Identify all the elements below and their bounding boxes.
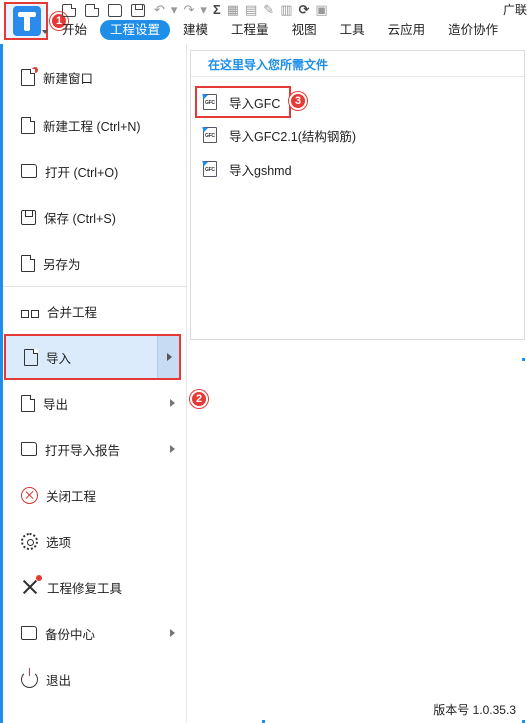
gfc-file-icon: GFC [203, 127, 217, 143]
submenu-item-import-gshmd[interactable]: GFC 导入gshmd [195, 154, 475, 184]
merge-icon [21, 304, 39, 318]
chevron-right-icon [170, 399, 175, 407]
top-bar: 1 ↶ ▾ ↷ ▾ Σ ▦ ▤ ✎ ▥ ⟳ ▣ 广联 开始 工程设置 建模 工程… [0, 0, 527, 44]
gfc-file-icon: GFC [203, 94, 217, 110]
export-icon [21, 394, 35, 412]
menu-item-save[interactable]: 保存 (Ctrl+S) [3, 194, 187, 240]
save-as-icon [21, 254, 35, 272]
step-badge-3: 3 [289, 92, 307, 110]
step-badge-2: 2 [190, 390, 208, 408]
import-submenu: 在这里导入您所需文件 GFC 导入GFC GFC 导入GFC2.1(结构钢筋) … [190, 50, 525, 340]
layout-icon[interactable]: ▣ [315, 3, 327, 17]
gfc-file-icon: GFC [203, 161, 217, 177]
menu-item-exit[interactable]: 退出 [3, 656, 187, 702]
submenu-divider [191, 76, 524, 77]
tab-cloud-apps[interactable]: 云应用 [388, 20, 426, 40]
columns-icon[interactable]: ▥ [280, 3, 292, 17]
tab-quantities[interactable]: 工程量 [231, 20, 269, 40]
menu-item-backup-center[interactable]: 备份中心 [3, 610, 187, 656]
menu-divider [3, 286, 187, 287]
submenu-header: 在这里导入您所需文件 [208, 58, 329, 72]
gear-icon [21, 532, 38, 550]
undo-icon[interactable]: ↶ [154, 3, 165, 17]
tab-modeling[interactable]: 建模 [183, 20, 208, 40]
new-window-icon [21, 66, 38, 86]
menu-item-new-window[interactable]: 新建窗口 [3, 54, 187, 100]
table-icon[interactable]: ▤ [245, 3, 257, 17]
import-report-icon [21, 442, 37, 456]
tab-cost-collaboration[interactable]: 造价协作 [448, 20, 498, 40]
redo-dropdown-icon[interactable]: ▾ [200, 3, 207, 17]
tab-tools[interactable]: 工具 [340, 20, 365, 40]
refresh-icon[interactable]: ⟳ [298, 3, 309, 17]
edit-icon[interactable]: ✎ [263, 3, 274, 17]
chevron-right-icon [170, 629, 175, 637]
tab-project-settings[interactable]: 工程设置 [100, 20, 171, 40]
resize-handle [522, 358, 525, 361]
folder-open-icon [21, 164, 37, 178]
version-label: 版本号 1.0.35.3 [433, 703, 516, 717]
chevron-down-icon [42, 30, 48, 34]
open-folder-icon[interactable] [108, 3, 122, 17]
brand-text: 广联 [502, 3, 527, 17]
app-logo-button[interactable] [4, 2, 48, 40]
redo-icon[interactable]: ↷ [183, 3, 194, 17]
sum-icon[interactable]: Σ [213, 3, 221, 17]
menu-item-save-as[interactable]: 另存为 [3, 240, 187, 286]
ribbon-tabs: 开始 工程设置 建模 工程量 视图 工具 云应用 造价协作 [62, 20, 521, 40]
repair-tool-icon [21, 575, 42, 596]
menu-item-merge-project[interactable]: 合并工程 [3, 288, 187, 334]
import-icon [24, 348, 38, 366]
file-menu: 新建窗口 新建工程 (Ctrl+N) 打开 (Ctrl+O) 保存 (Ctrl+… [3, 44, 208, 723]
save-icon [21, 209, 36, 225]
submenu-item-import-gfc21[interactable]: GFC 导入GFC2.1(结构钢筋) [195, 120, 475, 150]
submenu-arrow-icon[interactable] [157, 336, 179, 378]
submenu-item-import-gfc[interactable]: GFC 导入GFC [195, 86, 291, 118]
backup-icon [21, 626, 37, 640]
menu-item-repair-tool[interactable]: 工程修复工具 [3, 564, 187, 610]
chevron-right-icon [170, 445, 175, 453]
tab-view[interactable]: 视图 [292, 20, 317, 40]
menu-item-options[interactable]: 选项 [3, 518, 187, 564]
menu-item-close-project[interactable]: 关闭工程 [3, 472, 187, 518]
menu-item-open[interactable]: 打开 (Ctrl+O) [3, 148, 187, 194]
menu-item-open-import-report[interactable]: 打开导入报告 [3, 426, 187, 472]
new-project-icon [21, 116, 35, 134]
t-logo-icon [13, 6, 41, 36]
power-icon [21, 667, 38, 688]
menu-item-new-project[interactable]: 新建工程 (Ctrl+N) [3, 102, 187, 148]
close-circle-icon [21, 486, 38, 504]
grid-icon[interactable]: ▦ [227, 3, 239, 17]
menu-item-export[interactable]: 导出 [3, 380, 187, 426]
new-doc-icon[interactable] [85, 3, 99, 17]
menu-item-import[interactable]: 导入 [4, 334, 181, 380]
tab-start[interactable]: 开始 [62, 20, 87, 40]
quick-access-toolbar: ↶ ▾ ↷ ▾ Σ ▦ ▤ ✎ ▥ ⟳ ▣ [62, 2, 334, 18]
new-file-icon[interactable] [62, 3, 76, 17]
undo-dropdown-icon[interactable]: ▾ [171, 3, 178, 17]
save-icon[interactable] [131, 3, 145, 17]
